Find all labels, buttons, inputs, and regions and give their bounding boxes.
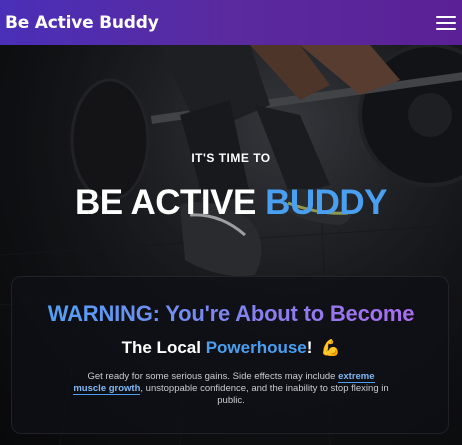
subhead-suffix: !: [306, 338, 313, 357]
warning-heading: WARNING: You're About to Become: [12, 301, 450, 327]
subhead-prefix: The Local: [121, 338, 206, 357]
hamburger-menu-icon[interactable]: [436, 13, 456, 33]
powerhouse-subheading: The Local Powerhouse! 💪: [12, 338, 450, 358]
hero-headline: BE ACTIVE BUDDY: [0, 183, 462, 223]
navbar: Be Active Buddy: [0, 0, 462, 45]
hero-section: IT'S TIME TO BE ACTIVE BUDDY WARNING: Yo…: [0, 45, 462, 445]
warning-body-text: Get ready for some serious gains. Side e…: [72, 371, 390, 407]
flexed-biceps-icon: 💪: [320, 340, 341, 357]
menu-bar-top: [436, 15, 456, 18]
hero-kicker: IT'S TIME TO: [191, 151, 271, 165]
subhead-accent: Powerhouse: [205, 338, 307, 357]
headline-accent: BUDDY: [265, 183, 388, 222]
body-text-before: Get ready for some serious gains. Side e…: [87, 371, 339, 382]
body-text-after: , unstoppable confidence, and the inabil…: [140, 383, 389, 406]
headline-prefix: BE ACTIVE: [74, 183, 266, 222]
warning-card: WARNING: You're About to Become The Loca…: [11, 276, 449, 434]
menu-bar-middle: [436, 21, 456, 24]
menu-bar-bottom: [436, 27, 456, 30]
brand-logo-text[interactable]: Be Active Buddy: [5, 13, 159, 33]
